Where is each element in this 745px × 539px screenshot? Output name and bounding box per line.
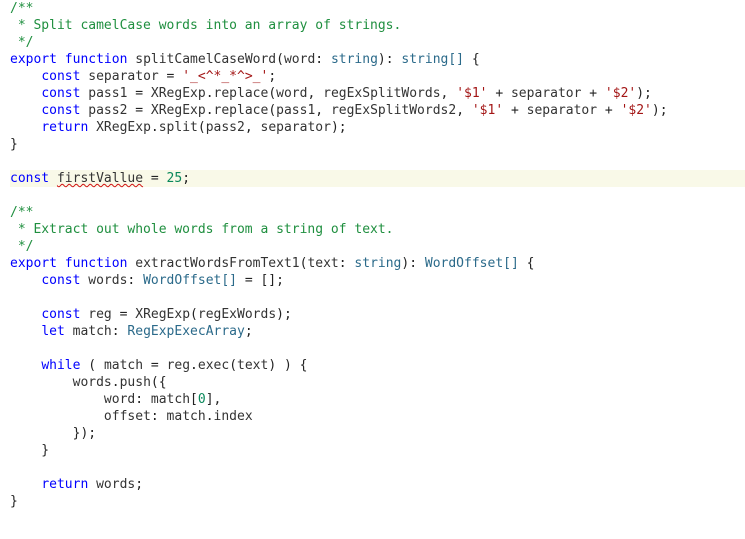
comment-line: /**	[10, 205, 33, 220]
identifier: XRegExp	[151, 86, 206, 101]
identifier: pass2	[206, 120, 245, 135]
keyword-function: function	[65, 52, 128, 67]
identifier: words	[88, 273, 127, 288]
identifier: XRegExp	[135, 307, 190, 322]
identifier: match	[167, 409, 206, 424]
identifier: pass1	[276, 103, 315, 118]
identifier: index	[214, 409, 253, 424]
identifier: separator	[511, 86, 581, 101]
keyword-export: export	[10, 256, 57, 271]
type: WordOffset[]	[143, 273, 237, 288]
identifier: regExWords	[198, 307, 276, 322]
comment-line: */	[10, 239, 33, 254]
identifier: split	[159, 120, 198, 135]
string-literal: '$2'	[621, 103, 652, 118]
type: string	[331, 52, 378, 67]
function-name: splitCamelCaseWord	[135, 52, 276, 67]
type: WordOffset[]	[425, 256, 519, 271]
param: word	[284, 52, 315, 67]
string-literal: '$2'	[605, 86, 636, 101]
comment-line: * Split camelCase words into an array of…	[10, 18, 401, 33]
type: RegExpExecArray	[127, 324, 244, 339]
identifier: text	[237, 358, 268, 373]
identifier: words	[96, 477, 135, 492]
active-line: const firstVallue = 25;	[10, 170, 745, 187]
comment-line: */	[10, 35, 33, 50]
keyword-const: const	[41, 103, 80, 118]
identifier: reg	[88, 307, 111, 322]
identifier: regExSplitWords	[323, 86, 440, 101]
keyword-return: return	[41, 477, 88, 492]
keyword-const: const	[41, 69, 80, 84]
type: string[]	[401, 52, 464, 67]
string-literal: '$1'	[472, 103, 503, 118]
comment-line: * Extract out whole words from a string …	[10, 222, 394, 237]
string-literal: '$1'	[456, 86, 487, 101]
number-literal: 0	[198, 392, 206, 407]
identifier: pass1	[88, 86, 127, 101]
identifier: match	[73, 324, 112, 339]
identifier: XRegExp	[151, 103, 206, 118]
param: text	[307, 256, 338, 271]
identifier-typo: firstVallue	[57, 171, 143, 186]
identifier: separator	[88, 69, 158, 84]
identifier: replace	[214, 103, 269, 118]
identifier: regExSplitWords2	[331, 103, 456, 118]
number-literal: 25	[167, 171, 183, 186]
identifier: replace	[214, 86, 269, 101]
identifier: reg	[167, 358, 190, 373]
keyword-while: while	[41, 358, 80, 373]
keyword-const: const	[41, 307, 80, 322]
comment-line: /**	[10, 1, 33, 16]
type: string	[354, 256, 401, 271]
function-name: extractWordsFromText1	[135, 256, 299, 271]
keyword-return: return	[41, 120, 88, 135]
property: word	[104, 392, 135, 407]
identifier: push	[120, 375, 151, 390]
identifier: word	[276, 86, 307, 101]
keyword-const: const	[41, 86, 80, 101]
identifier: pass2	[88, 103, 127, 118]
identifier: separator	[261, 120, 331, 135]
identifier: exec	[198, 358, 229, 373]
keyword-export: export	[10, 52, 57, 67]
keyword-const: const	[10, 171, 49, 186]
identifier: match	[104, 358, 143, 373]
identifier: words	[73, 375, 112, 390]
code-editor[interactable]: /** * Split camelCase words into an arra…	[0, 0, 745, 510]
property: offset	[104, 409, 151, 424]
keyword-const: const	[41, 273, 80, 288]
identifier: match	[151, 392, 190, 407]
keyword-function: function	[65, 256, 128, 271]
string-literal: '_<^*_*^>_'	[182, 69, 268, 84]
identifier: separator	[527, 103, 597, 118]
keyword-let: let	[41, 324, 64, 339]
identifier: XRegExp	[96, 120, 151, 135]
